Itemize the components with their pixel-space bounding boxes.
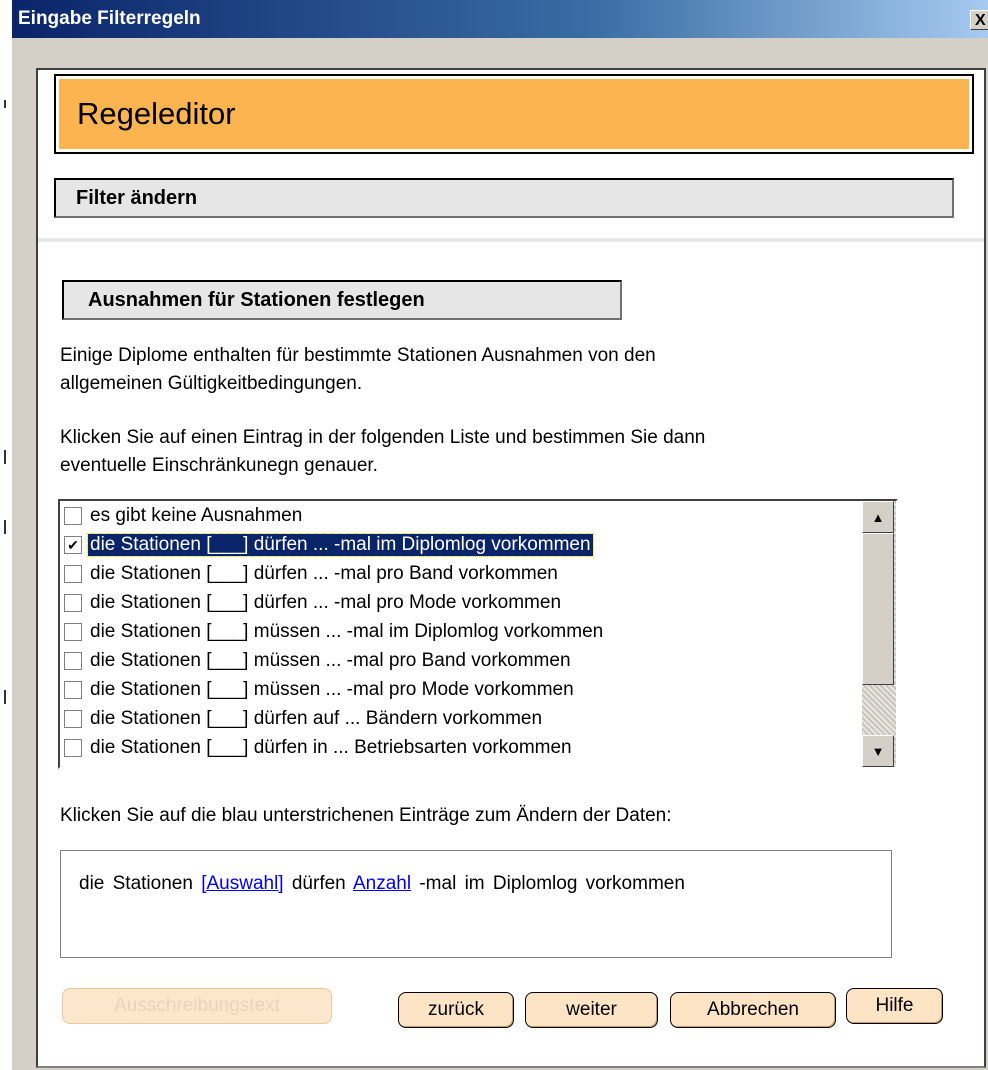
list-item-label: die Stationen [___] müssen ... -mal pro … — [90, 649, 571, 671]
list-scrollbar[interactable]: ▲ ▼ — [862, 501, 896, 767]
checkbox[interactable]: ✔ — [64, 535, 82, 554]
divider — [38, 238, 984, 242]
list-item[interactable]: es gibt keine Ausnahmen — [60, 501, 858, 530]
help-button[interactable]: Hilfe — [846, 988, 943, 1024]
intro-line: Einige Diplome enthalten für bestimmte S… — [60, 345, 656, 366]
editor-suffix: -mal im Diplomlog vorkommen — [419, 873, 685, 894]
dialog-window: Regeleditor Filter ändern Ausnahmen für … — [12, 38, 988, 1070]
list-item-label: die Stationen [___] dürfen in ... Betrie… — [90, 736, 572, 758]
page-title: Regeleditor — [59, 79, 969, 149]
list-item[interactable]: die Stationen [___] müssen ... -mal pro … — [60, 646, 858, 675]
list-item[interactable]: die Stationen [___] dürfen in ... Betrie… — [60, 733, 858, 762]
list-item-label: es gibt keine Ausnahmen — [90, 504, 303, 526]
exception-listbox[interactable]: es gibt keine Ausnahmen ✔ die Stationen [_… — [58, 499, 898, 769]
list-item[interactable]: die Stationen [___] dürfen ... -mal pro … — [60, 588, 858, 617]
content-panel: Regeleditor Filter ändern Ausnahmen für … — [36, 68, 986, 1068]
section-title: Ausnahmen für Stationen festlegen — [62, 280, 622, 320]
list-item-label: die Stationen [___] müssen ... -mal pro … — [90, 678, 574, 700]
cancel-button[interactable]: Abbrechen — [670, 992, 836, 1028]
editor-middle: dürfen — [291, 873, 346, 894]
list-rows: es gibt keine Ausnahmen ✔ die Stationen [_… — [60, 501, 858, 767]
list-item-label: die Stationen [___] dürfen ... -mal im D… — [87, 532, 594, 557]
intro-text-1: Einige Diplome enthalten für bestimmte S… — [60, 342, 950, 398]
close-icon[interactable]: X — [970, 10, 988, 30]
background-mark — [4, 450, 6, 464]
subheader-title: Filter ändern — [54, 178, 954, 218]
checkbox[interactable] — [64, 506, 82, 525]
list-item[interactable]: die Stationen [___] dürfen ... -mal pro … — [60, 559, 858, 588]
background-mark — [4, 520, 6, 534]
scroll-thumb[interactable] — [862, 533, 894, 685]
checkbox[interactable] — [64, 564, 82, 583]
selection-link[interactable]: [Auswahl] — [201, 873, 283, 894]
checkbox[interactable] — [64, 622, 82, 641]
rule-editor: die Stationen [Auswahl] dürfen Anzahl -m… — [60, 850, 892, 958]
list-item-label: die Stationen [___] dürfen ... -mal pro … — [90, 591, 562, 613]
checkbox[interactable] — [64, 738, 82, 757]
background-mark — [4, 100, 6, 108]
list-item-label: die Stationen [___] müssen ... -mal im D… — [90, 620, 604, 642]
header-box: Regeleditor — [54, 74, 974, 154]
ausschreibungstext-button[interactable]: Ausschreibungstext — [62, 988, 332, 1024]
scroll-up-icon[interactable]: ▲ — [862, 501, 894, 533]
background-mark — [4, 690, 6, 704]
count-link[interactable]: Anzahl — [353, 873, 411, 894]
back-button[interactable]: zurück — [398, 992, 514, 1028]
intro-text-2: Klicken Sie auf einen Eintrag in der fol… — [60, 424, 950, 480]
checkbox[interactable] — [64, 593, 82, 612]
intro-line: eventuelle Einschränkunegn genauer. — [60, 455, 378, 476]
intro-line: allgemeinen Gültigkeitbedingungen. — [60, 373, 363, 394]
checkbox[interactable] — [64, 651, 82, 670]
list-item[interactable]: ✔ die Stationen [___] dürfen ... -mal im … — [60, 530, 858, 559]
intro-line: Klicken Sie auf einen Eintrag in der fol… — [60, 427, 706, 448]
hint-text: Klicken Sie auf die blau unterstrichenen… — [60, 805, 672, 826]
list-item[interactable]: die Stationen [___] müssen ... -mal pro … — [60, 675, 858, 704]
list-item-label: die Stationen [___] dürfen auf ... Bände… — [90, 707, 543, 729]
scroll-down-icon[interactable]: ▼ — [862, 735, 894, 767]
list-item-label: die Stationen [___] dürfen ... -mal pro … — [90, 562, 558, 584]
next-button[interactable]: weiter — [525, 992, 658, 1028]
editor-prefix: die Stationen — [79, 873, 193, 894]
list-item[interactable]: die Stationen [___] müssen ... -mal im D… — [60, 617, 858, 646]
window-title: Eingabe Filterregeln — [18, 8, 201, 29]
list-item[interactable]: die Stationen [___] dürfen auf ... Bände… — [60, 704, 858, 733]
window-titlebar[interactable]: Eingabe Filterregeln X — [12, 0, 988, 38]
checkbox[interactable] — [64, 680, 82, 699]
checkbox[interactable] — [64, 709, 82, 728]
